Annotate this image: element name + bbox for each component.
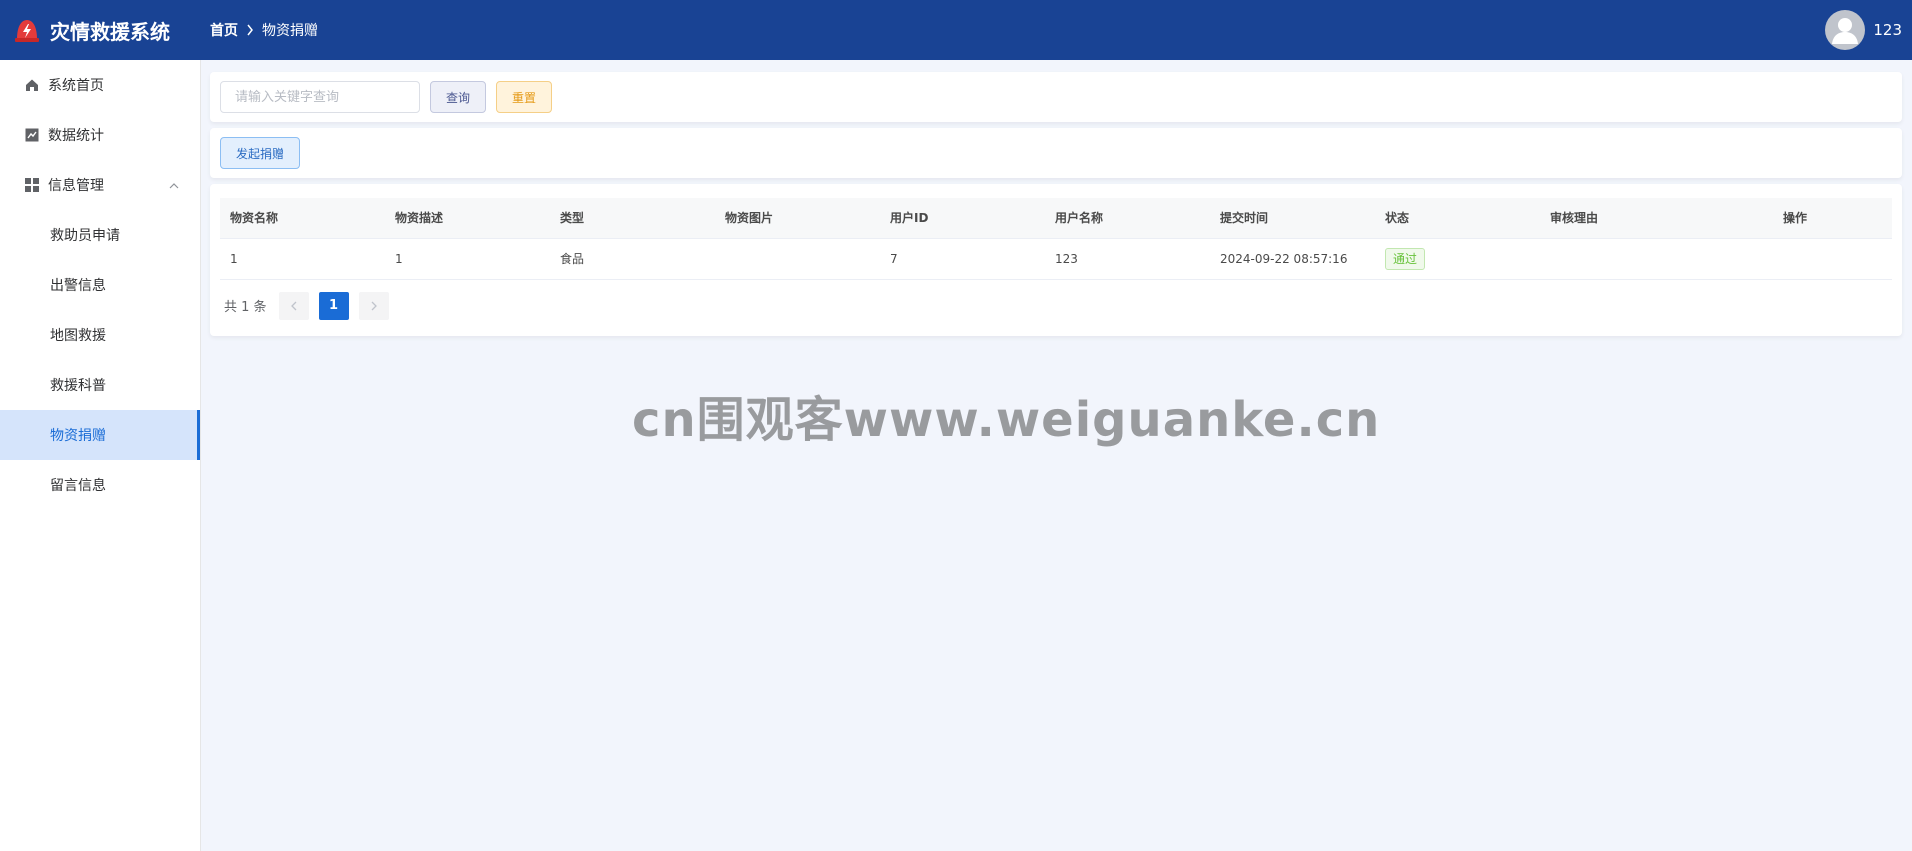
cell-reason [1540, 238, 1773, 280]
alarm-logo-icon [15, 20, 39, 42]
sidebar-item-home[interactable]: 系统首页 [0, 60, 200, 110]
sidebar-item-label: 留言信息 [50, 478, 106, 494]
grid-icon [24, 177, 40, 193]
reset-button[interactable]: 重置 [496, 81, 553, 113]
table-header-row: 物资名称 物资描述 类型 物资图片 用户ID 用户名称 提交时间 状态 审核理由… [220, 198, 1892, 239]
sidebar-item-label: 地图救援 [50, 328, 106, 344]
sidebar-item-label: 信息管理 [48, 178, 104, 194]
cell-ops [1773, 238, 1892, 280]
sidebar-item-label: 出警信息 [50, 278, 106, 294]
start-donation-button[interactable]: 发起捐赠 [220, 137, 301, 169]
app-title: 灾情救援系统 [50, 19, 170, 44]
user-icon [1832, 18, 1859, 44]
column-header: 用户ID [880, 198, 1045, 239]
breadcrumb: 首页 物资捐赠 [210, 20, 318, 40]
cell-user-id: 7 [880, 238, 1045, 280]
chevron-right-icon [246, 24, 254, 36]
column-header: 类型 [550, 198, 715, 239]
chart-icon [24, 127, 40, 143]
column-header: 物资描述 [385, 198, 550, 239]
prev-page-button[interactable] [278, 291, 309, 320]
chevron-up-icon [168, 178, 180, 194]
user-menu[interactable]: 123 [1825, 10, 1902, 50]
breadcrumb-home[interactable]: 首页 [210, 20, 238, 40]
sidebar-item-label: 系统首页 [48, 78, 104, 94]
chevron-left-icon [290, 301, 297, 310]
home-icon [24, 77, 40, 93]
column-header: 提交时间 [1210, 198, 1375, 239]
sidebar-item-label: 救助员申请 [50, 228, 120, 244]
next-page-button[interactable] [358, 291, 389, 320]
user-name[interactable]: 123 [1873, 21, 1902, 39]
cell-desc: 1 [385, 238, 550, 280]
cell-type: 食品 [550, 238, 715, 280]
sidebar-item-label: 物资捐赠 [50, 428, 106, 444]
cell-time: 2024-09-22 08:57:16 [1210, 238, 1375, 280]
column-header: 物资名称 [220, 198, 385, 239]
page-number[interactable]: 1 [318, 291, 349, 320]
column-header: 用户名称 [1045, 198, 1210, 239]
watermark: cn围观客www.weiguanke.cn [632, 392, 1381, 448]
sidebar-item-statistics[interactable]: 数据统计 [0, 110, 200, 160]
sidebar-item-rescuer-application[interactable]: 救助员申请 [0, 210, 200, 260]
sidebar-item-label: 数据统计 [48, 128, 104, 144]
sidebar-item-dispatch-info[interactable]: 出警信息 [0, 260, 200, 310]
avatar[interactable] [1825, 10, 1866, 50]
sidebar: 系统首页 数据统计 信息管理 救助员申请 出警信息 地图救援 救援科普 物资捐赠… [0, 60, 201, 851]
action-bar: 发起捐赠 [210, 128, 1902, 178]
sidebar-item-messages[interactable]: 留言信息 [0, 460, 200, 510]
search-bar: 查询 重置 [210, 72, 1902, 122]
sidebar-item-label: 救援科普 [50, 378, 106, 394]
chevron-right-icon [371, 301, 377, 310]
pagination: 共 1 条 1 [220, 291, 1892, 320]
top-header: 灾情救援系统 首页 物资捐赠 123 [0, 0, 1912, 60]
sidebar-item-info-management[interactable]: 信息管理 [0, 160, 200, 210]
column-header: 操作 [1773, 198, 1892, 239]
donation-table-card: 物资名称 物资描述 类型 物资图片 用户ID 用户名称 提交时间 状态 审核理由… [210, 184, 1902, 336]
query-button[interactable]: 查询 [430, 81, 487, 113]
cell-image [715, 238, 880, 280]
sidebar-item-rescue-science[interactable]: 救援科普 [0, 360, 200, 410]
donation-table: 物资名称 物资描述 类型 物资图片 用户ID 用户名称 提交时间 状态 审核理由… [220, 198, 1892, 280]
column-header: 状态 [1375, 198, 1540, 239]
column-header: 物资图片 [715, 198, 880, 239]
breadcrumb-current: 物资捐赠 [262, 23, 318, 39]
cell-status: 通过 [1375, 238, 1540, 280]
status-badge: 通过 [1385, 247, 1426, 270]
sidebar-item-map-rescue[interactable]: 地图救援 [0, 310, 200, 360]
cell-user-name: 123 [1045, 238, 1210, 280]
pagination-total: 共 1 条 [224, 300, 267, 315]
sidebar-item-donation[interactable]: 物资捐赠 [0, 410, 200, 460]
column-header: 审核理由 [1540, 198, 1773, 239]
table-row[interactable]: 1 1 食品 7 123 2024-09-22 08:57:16 通过 [220, 238, 1892, 280]
cell-name: 1 [220, 238, 385, 280]
logo: 灾情救援系统 [0, 15, 200, 45]
search-input[interactable] [220, 81, 420, 113]
